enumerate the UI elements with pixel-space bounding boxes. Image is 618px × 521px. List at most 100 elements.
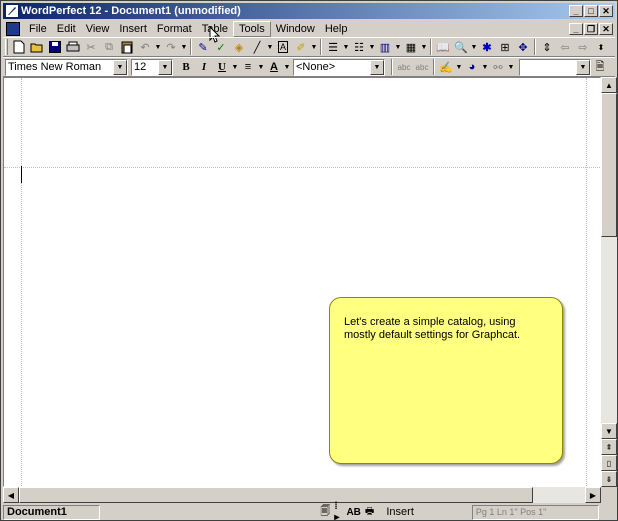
- menu-help[interactable]: Help: [320, 21, 353, 37]
- fill-dropdown-icon[interactable]: ▼: [481, 64, 489, 71]
- resize-grip-icon[interactable]: [601, 505, 615, 519]
- table-dropdown-icon[interactable]: ▼: [420, 44, 428, 51]
- page-view-button[interactable]: 🗎: [591, 58, 609, 76]
- formatting-marks-button[interactable]: ⊞: [496, 38, 514, 56]
- page-view-scroll-button[interactable]: ▯: [601, 455, 617, 471]
- scroll-right-button[interactable]: ▶: [585, 487, 601, 503]
- status-position[interactable]: Pg 1 Ln 1" Pos 1": [471, 504, 600, 520]
- wordperfect-app-icon[interactable]: [5, 4, 19, 18]
- menu-insert[interactable]: Insert: [114, 21, 152, 37]
- scroll-up-button[interactable]: ▲: [601, 77, 617, 93]
- quickwords-button[interactable]: abc: [413, 58, 431, 76]
- font-name-select[interactable]: Times New Roman ▼: [5, 58, 128, 76]
- title-bar[interactable]: WordPerfect 12 - Document1 (unmodified) …: [3, 3, 615, 19]
- paste-button[interactable]: [118, 38, 136, 56]
- search-combo[interactable]: ▼: [519, 58, 591, 76]
- spell-check-button[interactable]: ✓: [212, 38, 230, 56]
- language-dropdown-icon[interactable]: ▼: [455, 64, 463, 71]
- scroll-down-button[interactable]: ▼: [601, 423, 617, 439]
- font-color-button[interactable]: A: [265, 58, 283, 76]
- menu-format[interactable]: Format: [152, 21, 197, 37]
- horizontal-scrollbar[interactable]: ◀ ▶: [3, 487, 601, 503]
- chevron-down-icon[interactable]: ▼: [158, 59, 172, 75]
- vertical-scroll-thumb[interactable]: [601, 93, 617, 237]
- new-document-button[interactable]: [10, 38, 28, 56]
- bullets-dropdown-icon[interactable]: ▼: [368, 44, 376, 51]
- numbering-button[interactable]: ☰: [324, 38, 342, 56]
- close-button[interactable]: ✕: [599, 5, 613, 17]
- justification-button[interactable]: ≡: [239, 58, 257, 76]
- status-insert-mode[interactable]: Insert: [386, 506, 469, 519]
- caps-lock-icon[interactable]: 🗐: [320, 504, 330, 521]
- columns-dropdown-icon[interactable]: ▼: [394, 44, 402, 51]
- copy-button[interactable]: ⧉: [100, 38, 118, 56]
- scroll-left-button[interactable]: ◀: [3, 487, 19, 503]
- doc-minimize-button[interactable]: _: [569, 23, 583, 35]
- prompt-builder-button[interactable]: ✎: [194, 38, 212, 56]
- underline-button[interactable]: U: [213, 58, 231, 76]
- toolbar-scroll-button[interactable]: ⬍: [592, 38, 610, 56]
- redo-button[interactable]: ↷: [162, 38, 180, 56]
- zoom-dropdown-icon[interactable]: ▼: [470, 44, 478, 51]
- cursor-icon[interactable]: ⁞▸: [334, 501, 342, 521]
- fill-button[interactable]: ◕: [463, 58, 481, 76]
- table-button[interactable]: ▦: [402, 38, 420, 56]
- maximize-button[interactable]: □: [584, 5, 598, 17]
- shadow-cursor-button[interactable]: ✥: [514, 38, 532, 56]
- font-size-select[interactable]: 12 ▼: [131, 58, 173, 76]
- move-button[interactable]: ⇕: [538, 38, 556, 56]
- vertical-scrollbar[interactable]: ▲ ▼ ⇞ ▯ ⇟: [601, 77, 617, 487]
- previous-page-button[interactable]: ⇞: [601, 439, 617, 455]
- bold-button[interactable]: B: [177, 58, 195, 76]
- cut-button[interactable]: ✂: [82, 38, 100, 56]
- bullets-button[interactable]: ☷: [350, 38, 368, 56]
- language-button[interactable]: ✍: [437, 58, 455, 76]
- document-control-icon[interactable]: [6, 22, 20, 36]
- quickformat-button[interactable]: abc: [395, 58, 413, 76]
- line-dropdown-icon[interactable]: ▼: [266, 44, 274, 51]
- printer-icon[interactable]: 🖶: [365, 504, 374, 521]
- columns-button[interactable]: ▥: [376, 38, 394, 56]
- line-draw-button[interactable]: ╱: [248, 38, 266, 56]
- highlight-button[interactable]: ✐: [292, 38, 310, 56]
- doc-restore-button[interactable]: ❐: [584, 23, 598, 35]
- horizontal-scroll-thumb[interactable]: [19, 487, 533, 503]
- print-button[interactable]: [64, 38, 82, 56]
- numbering-dropdown-icon[interactable]: ▼: [342, 44, 350, 51]
- toolbar-grip[interactable]: [5, 39, 8, 55]
- next-page-button[interactable]: ⇟: [601, 471, 617, 487]
- minimize-button[interactable]: _: [569, 5, 583, 17]
- menu-window[interactable]: Window: [271, 21, 320, 37]
- doc-close-button[interactable]: ✕: [599, 23, 613, 35]
- style-select[interactable]: <None> ▼: [293, 58, 385, 76]
- chevron-down-icon[interactable]: ▼: [113, 59, 127, 75]
- graphics-button[interactable]: ◈: [230, 38, 248, 56]
- highlight-dropdown-icon[interactable]: ▼: [310, 44, 318, 51]
- italic-button[interactable]: I: [195, 58, 213, 76]
- redo-dropdown-icon[interactable]: ▼: [180, 44, 188, 51]
- back-button[interactable]: ⇦: [556, 38, 574, 56]
- undo-dropdown-icon[interactable]: ▼: [154, 44, 162, 51]
- menu-edit[interactable]: Edit: [52, 21, 81, 37]
- font-color-dropdown-icon[interactable]: ▼: [283, 64, 291, 71]
- forward-button[interactable]: ⇨: [574, 38, 592, 56]
- hyperlink-dropdown-icon[interactable]: ▼: [507, 64, 515, 71]
- hyperlink-button[interactable]: ⚯: [489, 58, 507, 76]
- underline-dropdown-icon[interactable]: ▼: [231, 64, 239, 71]
- undo-button[interactable]: ↶: [136, 38, 154, 56]
- menu-file[interactable]: File: [24, 21, 52, 37]
- chevron-down-icon[interactable]: ▼: [576, 59, 590, 75]
- chevron-down-icon[interactable]: ▼: [370, 59, 384, 75]
- menu-tools[interactable]: Tools: [233, 21, 271, 37]
- document-editing-area[interactable]: Let's create a simple catalog, using mos…: [3, 77, 601, 487]
- open-button[interactable]: [28, 38, 46, 56]
- reference-center-button[interactable]: 📖: [434, 38, 452, 56]
- spell-as-you-go-icon[interactable]: AB: [346, 507, 360, 518]
- zoom-button[interactable]: 🔍: [452, 38, 470, 56]
- save-button[interactable]: [46, 38, 64, 56]
- menu-view[interactable]: View: [81, 21, 115, 37]
- symbols-button[interactable]: ✱: [478, 38, 496, 56]
- status-document-name[interactable]: Document1: [3, 504, 101, 520]
- justification-dropdown-icon[interactable]: ▼: [257, 64, 265, 71]
- text-box-button[interactable]: A: [274, 38, 292, 56]
